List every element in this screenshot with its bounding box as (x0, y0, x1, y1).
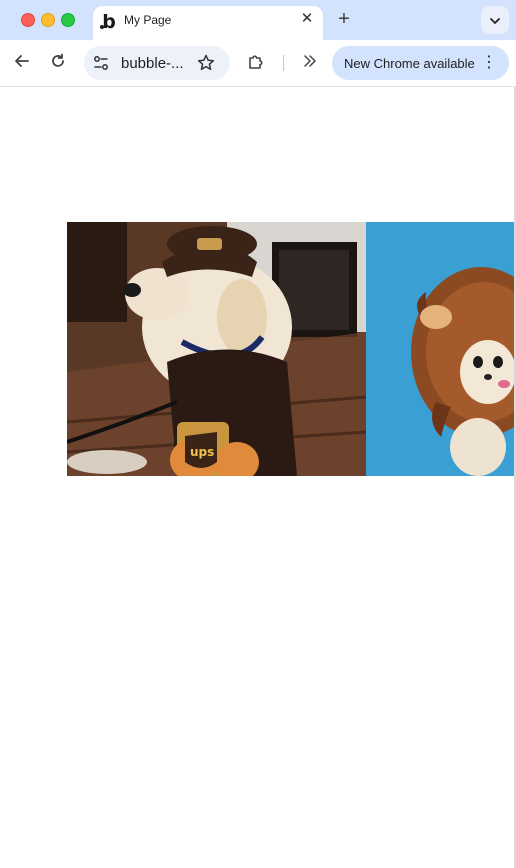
kebab-icon[interactable]: ⋮ (481, 52, 497, 74)
update-label: New Chrome available (344, 56, 475, 71)
tab-title: My Page (124, 13, 172, 27)
svg-text:ups: ups (190, 445, 214, 459)
page-content: ups (0, 87, 516, 868)
favicon-icon: b (99, 12, 119, 32)
star-icon[interactable] (196, 53, 216, 73)
reload-icon[interactable] (47, 52, 69, 74)
double-chevron-right-icon[interactable] (299, 52, 321, 74)
tab-my-page[interactable]: b My Page ✕ (93, 6, 323, 40)
puzzle-icon[interactable] (245, 52, 267, 74)
tune-icon[interactable] (92, 54, 110, 72)
browser-window: b My Page ✕ + bubble-... New Chrome avai… (0, 0, 516, 868)
arrow-left-icon[interactable] (11, 52, 33, 74)
tab-strip: b My Page ✕ + (0, 0, 516, 40)
plus-icon[interactable]: + (334, 9, 354, 29)
close-icon[interactable]: ✕ (299, 11, 315, 27)
address-text: bubble-... (121, 55, 184, 72)
chihuahua-lion-photo (366, 222, 516, 476)
address-bar[interactable]: bubble-... (84, 46, 230, 80)
close-window-button[interactable] (21, 13, 35, 27)
zoom-window-button[interactable] (61, 13, 75, 27)
toolbar: bubble-... New Chrome available ⋮ (0, 40, 516, 87)
chevron-down-icon[interactable] (481, 6, 509, 34)
toolbar-separator (283, 55, 284, 71)
dog-ups-photo: ups (67, 222, 366, 476)
new-chrome-available-button[interactable]: New Chrome available ⋮ (332, 46, 509, 80)
minimize-window-button[interactable] (41, 13, 55, 27)
